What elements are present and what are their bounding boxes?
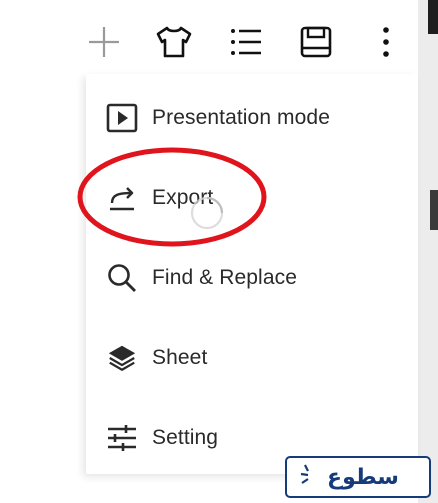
overflow-menu: Presentation mode Export Find & Replace xyxy=(86,74,418,474)
layers-icon xyxy=(106,342,138,374)
menu-item-export[interactable]: Export xyxy=(86,160,418,236)
list-icon[interactable] xyxy=(226,22,266,62)
watermark-text: سطوع xyxy=(327,464,399,490)
watermark-logo: سطوع xyxy=(285,456,431,498)
menu-item-label: Sheet xyxy=(152,346,208,369)
plus-icon[interactable] xyxy=(84,22,124,62)
sliders-icon xyxy=(106,422,138,454)
menu-item-label: Presentation mode xyxy=(152,106,330,129)
menu-item-find-replace[interactable]: Find & Replace xyxy=(86,240,418,316)
save-icon[interactable] xyxy=(296,22,336,62)
background-band xyxy=(430,190,438,230)
menu-item-presentation-mode[interactable]: Presentation mode xyxy=(86,80,418,156)
menu-item-label: Find & Replace xyxy=(152,266,297,289)
more-vert-icon[interactable] xyxy=(366,22,406,62)
sparkle-icon xyxy=(300,464,309,484)
menu-item-label: Export xyxy=(152,186,214,209)
shirt-icon[interactable] xyxy=(154,22,194,62)
background-strip xyxy=(418,0,438,503)
background-tab xyxy=(428,0,438,34)
top-toolbar xyxy=(0,0,418,80)
export-icon xyxy=(106,182,138,214)
play-box-icon xyxy=(106,102,138,134)
menu-item-sheet[interactable]: Sheet xyxy=(86,320,418,396)
menu-item-label: Setting xyxy=(152,426,219,449)
search-icon xyxy=(106,262,138,294)
